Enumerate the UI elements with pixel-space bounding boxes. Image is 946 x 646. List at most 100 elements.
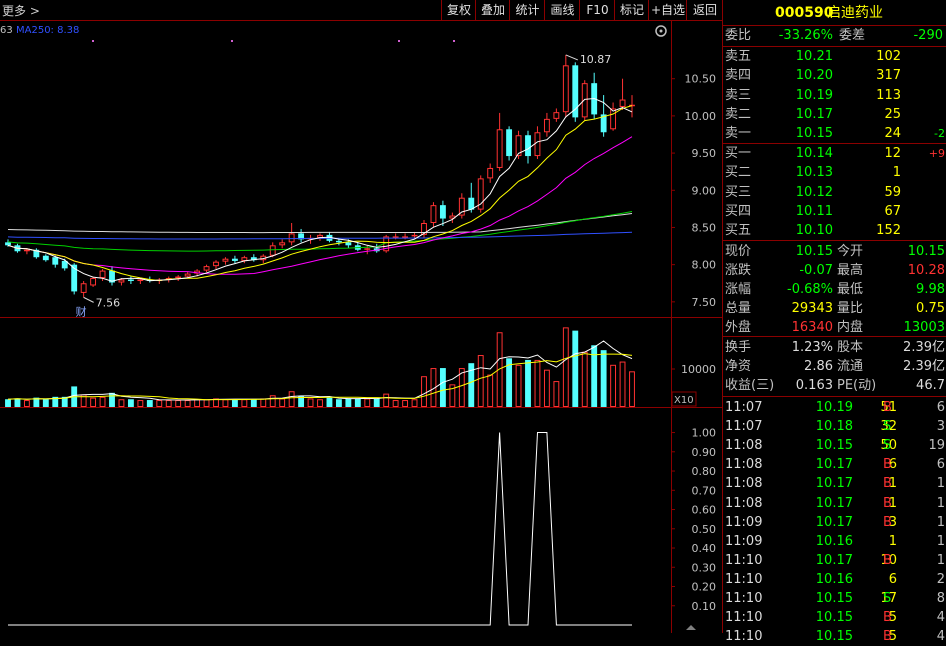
- candle-body: [581, 83, 588, 118]
- tick-side: B: [883, 457, 892, 473]
- tick-time: 11:08: [725, 438, 763, 454]
- tick-price: 10.17: [815, 552, 853, 568]
- tick-count: 4: [936, 610, 945, 626]
- volume-bar: [335, 399, 342, 407]
- divider: [723, 396, 946, 397]
- tick-price: 10.16: [815, 571, 853, 587]
- stock-name: 启迪药业: [827, 5, 883, 21]
- tick-count: 19: [928, 438, 945, 454]
- tick-row: 11:10 10.15 17 S 8: [723, 589, 946, 608]
- divider: [723, 336, 946, 337]
- price-tick-label: 7.50: [692, 296, 717, 309]
- volume-bar: [345, 398, 352, 407]
- order-book-row-bids-1: 买一 10.14 12 +9: [723, 144, 946, 163]
- volume-bar: [421, 376, 427, 407]
- candle-body: [553, 112, 560, 119]
- order-price: 10.17: [795, 106, 833, 122]
- candle-body: [543, 118, 550, 133]
- low-label: 7.56: [96, 296, 121, 309]
- order-level-label: 买三: [725, 184, 752, 200]
- order-volume: 67: [884, 203, 901, 219]
- candle-body: [269, 245, 276, 256]
- candle: [581, 80, 588, 121]
- candle-body: [137, 279, 144, 282]
- volume-bar: [99, 396, 106, 407]
- volume-bar: [203, 399, 210, 408]
- order-level-label: 卖二: [725, 106, 752, 122]
- fundamental-row-3: 收益(三) 0.163 PE(动) 46.7: [723, 376, 946, 395]
- candle-body: [127, 279, 134, 282]
- tick-row: 11:10 10.15 5 B 4: [723, 627, 946, 646]
- fundamental-label: PE(动): [837, 378, 877, 393]
- order-change: +9: [928, 147, 945, 160]
- volume-bar: [534, 359, 541, 408]
- order-level-label: 卖三: [725, 87, 752, 103]
- divider: [723, 240, 946, 241]
- volume-bar: [194, 399, 201, 408]
- mark-button[interactable]: 标记: [614, 0, 649, 20]
- candle-body: [231, 258, 238, 261]
- tick-row: 11:08 10.17 1 B 1: [723, 494, 946, 513]
- signal-dot: [231, 40, 233, 42]
- tick-row: 11:09 10.16 1 1: [723, 532, 946, 551]
- stock-chart[interactable]: 63 MA250: 8.38 10.50 10.00 9.50 9.00 8.50 8.00 7…: [0, 21, 722, 633]
- fundamental-label: 股本: [837, 340, 864, 355]
- order-volume: 25: [884, 106, 901, 122]
- fundamental-label: 收益(三): [725, 378, 775, 393]
- quote-label: 最高: [837, 263, 864, 278]
- indicator-tick-label: 0.60: [692, 504, 717, 517]
- f10-button[interactable]: F10: [579, 0, 615, 20]
- indicator-tick-label: 0.30: [692, 561, 717, 574]
- tick-price: 10.15: [815, 438, 853, 454]
- indicator-tick-label: 0.80: [692, 465, 717, 478]
- volume-bar: [487, 374, 494, 407]
- volume-bar: [146, 400, 153, 407]
- weibi-row: 委比 -33.26% 委差 -290: [723, 26, 946, 45]
- candle-body: [525, 135, 531, 157]
- quote-row-4: 总量 29343 量比 0.75: [723, 299, 946, 318]
- tick-time: 11:10: [725, 629, 763, 645]
- tick-time: 11:09: [725, 514, 763, 530]
- quote-value: -0.07: [799, 263, 833, 278]
- order-price: 10.21: [795, 49, 833, 64]
- tick-price: 10.17: [815, 495, 853, 511]
- candle: [90, 276, 97, 287]
- tick-row: 11:10 10.17 10 B 1: [723, 551, 946, 570]
- candle: [477, 175, 484, 213]
- indicator-tick-label: 0.90: [692, 446, 717, 459]
- statistics-button[interactable]: 统计: [509, 0, 545, 20]
- quote-label: 最低: [837, 282, 864, 297]
- drawing-button[interactable]: 画线: [544, 0, 580, 20]
- fundamental-label: 流通: [837, 359, 864, 374]
- volume-bar: [364, 398, 371, 408]
- tick-side: B: [883, 495, 892, 511]
- volume-bar: [610, 364, 617, 407]
- tick-count: 6: [936, 457, 945, 473]
- order-book-row-asks-5: 卖一 10.15 24 -2: [723, 124, 946, 143]
- order-change: -2: [934, 127, 945, 141]
- fundamental-label: 净资: [725, 359, 752, 374]
- quote-label: 涨幅: [725, 282, 752, 297]
- order-price: 10.19: [795, 87, 833, 103]
- fuquan-button[interactable]: 复权: [441, 0, 476, 20]
- indicator-tick-label: 0.40: [692, 542, 717, 555]
- price-tick-label: 8.50: [692, 221, 717, 234]
- candle-body: [52, 257, 59, 265]
- tick-price: 10.15: [815, 610, 853, 626]
- overlay-button[interactable]: 叠加: [475, 0, 510, 20]
- back-button[interactable]: 返回: [686, 0, 723, 20]
- tick-row: 11:08 10.17 6 B 6: [723, 455, 946, 474]
- quote-label: 外盘: [725, 320, 752, 335]
- volume-bar: [411, 399, 418, 408]
- add-watchlist-button[interactable]: +自选: [648, 0, 687, 20]
- volume-bar: [439, 368, 446, 407]
- volume-bar: [42, 399, 49, 407]
- fundamental-value: 46.7: [916, 378, 945, 393]
- fundamental-value: 0.163: [795, 378, 833, 393]
- signal-dot: [453, 40, 455, 42]
- more-menu-button[interactable]: 更多 >: [2, 2, 40, 19]
- candle-body: [411, 234, 418, 237]
- volume-bar: [383, 393, 390, 408]
- quote-value: 29343: [791, 301, 833, 316]
- tick-count: 1: [936, 476, 945, 492]
